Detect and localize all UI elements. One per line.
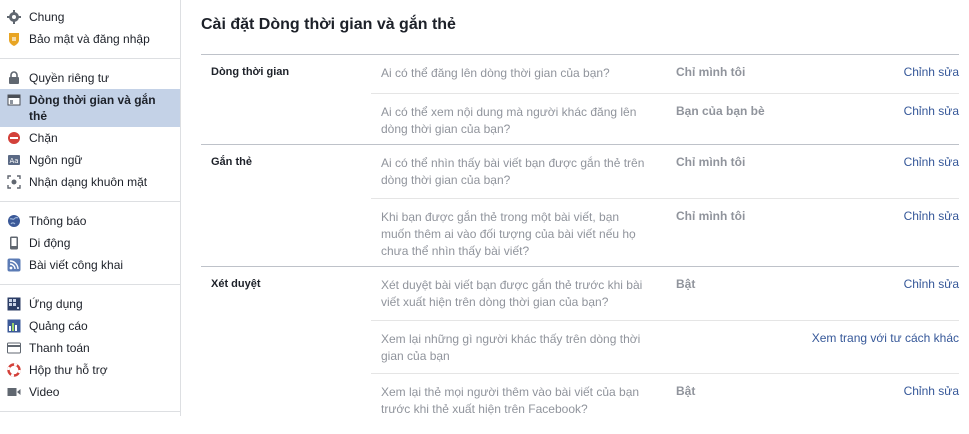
section-label: Gắn thẻ [211, 156, 252, 168]
card-icon [6, 340, 22, 356]
sidebar-item[interactable]: Quyền riêng tư [0, 67, 180, 89]
sidebar-item-label: Dòng thời gian và gắn thẻ [29, 93, 156, 123]
sidebar-item-label: Hộp thư hỗ trợ [29, 363, 108, 377]
sidebar-item[interactable]: Thông báo [0, 210, 180, 232]
sidebar-item[interactable]: Hộp thư hỗ trợ [0, 359, 180, 381]
apps-icon [6, 296, 22, 312]
lifebuoy-icon [6, 362, 22, 378]
view-as-link[interactable]: Xem trang với tư cách khác [812, 331, 959, 345]
edit-link[interactable]: Chỉnh sửa [904, 277, 959, 291]
setting-row: Ai có thể nhìn thấy bài viết bạn được gắ… [371, 145, 959, 198]
sidebar-item[interactable]: Chặn [0, 127, 180, 149]
svg-text:Aa: Aa [9, 157, 18, 165]
video-icon [6, 384, 22, 400]
sidebar-group: Chung Bảo mật và đăng nhập [0, 0, 180, 59]
sidebar-item[interactable]: Nhận dạng khuôn mặt [0, 171, 180, 193]
sidebar-item-label: Ngôn ngữ [29, 153, 83, 167]
setting-question: Xét duyệt bài viết bạn được gắn thẻ trướ… [381, 278, 643, 309]
sidebar-item[interactable]: Chung [0, 6, 180, 28]
sidebar-item[interactable]: Dòng thời gian và gắn thẻ [0, 89, 180, 127]
setting-row: Xét duyệt bài viết bạn được gắn thẻ trướ… [371, 267, 959, 320]
sidebar-item[interactable]: Bảo mật và đăng nhập [0, 28, 180, 50]
rss-icon [6, 257, 22, 273]
edit-link[interactable]: Chỉnh sửa [904, 384, 959, 398]
timeline-icon [6, 92, 22, 108]
setting-value: Chỉ mình tôi [676, 155, 746, 169]
edit-link[interactable]: Chỉnh sửa [904, 104, 959, 118]
sidebar-item-label: Bảo mật và đăng nhập [29, 32, 150, 46]
sidebar-item-label: Chung [29, 10, 65, 24]
setting-row: Ai có thể xem nội dung mà người khác đăn… [371, 93, 959, 146]
setting-question: Ai có thể xem nội dung mà người khác đăn… [381, 105, 637, 136]
edit-link[interactable]: Chỉnh sửa [904, 209, 959, 223]
sidebar-group: Quyền riêng tư Dòng thời gian và gắn thẻ C… [0, 59, 180, 202]
ads-icon [6, 318, 22, 334]
badge-icon [6, 31, 22, 47]
gear-icon [6, 9, 22, 25]
settings-section: Gắn thẻ Ai có thể nhìn thấy bài viết bạn … [201, 144, 959, 266]
mobile-icon [6, 235, 22, 251]
setting-question: Xem lại những gì người khác thấy trên dò… [381, 332, 641, 363]
settings-section: Dòng thời gian Ai có thể đăng lên dòng th… [201, 54, 959, 145]
sidebar-item-label: Quyền riêng tư [29, 71, 110, 85]
sidebar-item-label: Video [29, 385, 60, 399]
settings-sidebar: Chung Bảo mật và đăng nhập Quyền riêng tư D… [0, 0, 181, 416]
sidebar-group: Thông báo Di động Bài viết công khai [0, 202, 180, 285]
sidebar-item-label: Di động [29, 236, 71, 250]
sidebar-item[interactable]: Thanh toán [0, 337, 180, 359]
sidebar-item-label: Nhận dạng khuôn mặt [29, 175, 148, 189]
setting-value: Chỉ mình tôi [676, 209, 746, 223]
language-icon: Aa [6, 152, 22, 168]
sidebar-item-label: Ứng dụng [29, 297, 83, 311]
setting-value: Bật [676, 277, 696, 291]
sidebar-item-label: Thanh toán [29, 341, 90, 355]
sidebar-item[interactable]: Di động [0, 232, 180, 254]
globe-icon [6, 213, 22, 229]
edit-link[interactable]: Chỉnh sửa [904, 155, 959, 169]
setting-value: Bật [676, 384, 696, 398]
section-label: Xét duyệt [211, 278, 261, 290]
setting-row: Ai có thể đăng lên dòng thời gian của bạ… [371, 55, 959, 93]
setting-value: Bạn của bạn bè [676, 104, 765, 118]
sidebar-item[interactable]: Video [0, 381, 180, 403]
setting-row: Xem lại những gì người khác thấy trên dò… [371, 320, 959, 374]
sidebar-item-label: Thông báo [29, 214, 87, 228]
sidebar-item[interactable]: Aa Ngôn ngữ [0, 149, 180, 171]
section-label: Dòng thời gian [211, 66, 290, 78]
page-title: Cài đặt Dòng thời gian và gắn thẻ [201, 16, 456, 33]
setting-question: Ai có thể nhìn thấy bài viết bạn được gắ… [381, 156, 645, 187]
setting-question: Ai có thể đăng lên dòng thời gian của bạ… [381, 66, 610, 80]
settings-section: Xét duyệt Xét duyệt bài viết bạn được gắn… [201, 266, 959, 433]
block-icon [6, 130, 22, 146]
sidebar-item[interactable]: Ứng dụng [0, 293, 180, 315]
sidebar-item-label: Chặn [29, 131, 58, 145]
lock-icon [6, 70, 22, 86]
sidebar-item[interactable]: Bài viết công khai [0, 254, 180, 276]
face-icon [6, 174, 22, 190]
setting-value: Chỉ mình tôi [676, 65, 746, 79]
setting-question: Xem lại thẻ mọi người thêm vào bài viết … [381, 385, 640, 416]
sidebar-item-label: Bài viết công khai [29, 258, 124, 272]
setting-row: Khi bạn được gắn thẻ trong một bài viết,… [371, 198, 959, 267]
sidebar-item-label: Quảng cáo [29, 319, 88, 333]
sidebar-group: Ứng dụng Quảng cáo Thanh toán Hộp thư hỗ tr… [0, 285, 180, 412]
edit-link[interactable]: Chỉnh sửa [904, 65, 959, 79]
sidebar-item[interactable]: Quảng cáo [0, 315, 180, 337]
main-content: Cài đặt Dòng thời gian và gắn thẻ Dòng t… [201, 0, 969, 416]
setting-question: Khi bạn được gắn thẻ trong một bài viết,… [381, 210, 636, 258]
setting-row: Xem lại thẻ mọi người thêm vào bài viết … [371, 373, 959, 434]
